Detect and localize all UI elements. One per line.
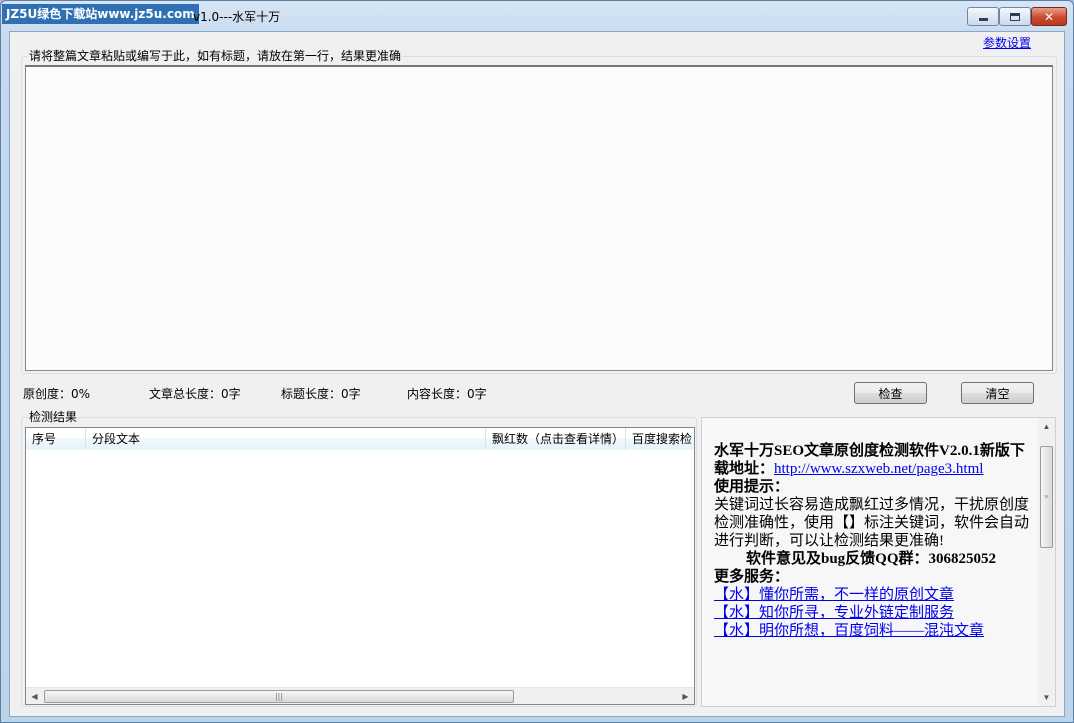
column-header-segment-text[interactable]: 分段文本 xyxy=(86,428,486,450)
download-link[interactable]: http://www.szxweb.net/page3.html xyxy=(774,461,983,477)
window-title: v1.0---水军十万 xyxy=(193,10,281,24)
total-length-stat: 文章总长度：0字 xyxy=(149,387,241,401)
scroll-down-icon[interactable]: ▼ xyxy=(1038,689,1055,706)
maximize-icon xyxy=(1010,12,1020,21)
column-header-red-count[interactable]: 飘红数（点击查看详情） xyxy=(486,428,626,450)
content-length-stat: 内容长度：0字 xyxy=(407,387,487,401)
info-panel: 水军十万SEO文章原创度检测软件V2.0.1新版下载地址：http://www.… xyxy=(701,417,1056,707)
close-icon: ✕ xyxy=(1043,9,1055,24)
article-input-label: 请将整篇文章粘贴或编写于此，如有标题，请放在第一行，结果更准确 xyxy=(28,48,403,64)
column-header-index[interactable]: 序号 xyxy=(26,428,86,450)
usage-tip-body: 关键词过长容易造成飘红过多情况，干扰原创度检测准确性，使用【】标注关键词，软件会… xyxy=(714,497,1030,549)
more-services-title: 更多服务： xyxy=(714,569,790,585)
results-group: 检测结果 序号 分段文本 飘红数（点击查看详情） 百度搜索检 ◀ ||| ▶ xyxy=(21,409,697,707)
originality-stat: 原创度：0% xyxy=(23,387,91,401)
check-button[interactable]: 检查 xyxy=(854,382,927,404)
service-link-backlinks[interactable]: 【水】知你所寻，专业外链定制服务 xyxy=(714,604,1032,622)
minimize-icon xyxy=(978,18,988,21)
results-table[interactable]: 序号 分段文本 飘红数（点击查看详情） 百度搜索检 ◀ ||| ▶ xyxy=(25,427,695,705)
usage-tip-title: 使用提示： xyxy=(714,479,790,495)
close-button[interactable]: ✕ xyxy=(1031,7,1067,26)
title-length-stat: 标题长度：0字 xyxy=(281,387,361,401)
main-window: JZ5U绿色下载站www.jz5u.com v1.0---水军十万 ✕ 参数设置… xyxy=(0,0,1074,723)
column-header-baidu-search[interactable]: 百度搜索检 xyxy=(626,428,694,450)
article-input[interactable] xyxy=(25,65,1053,371)
results-horizontal-scrollbar[interactable]: ◀ ||| ▶ xyxy=(26,687,694,704)
watermark-logo: JZ5U绿色下载站www.jz5u.com xyxy=(2,4,199,24)
scroll-left-icon[interactable]: ◀ xyxy=(26,688,43,705)
service-link-original-articles[interactable]: 【水】懂你所需，不一样的原创文章 xyxy=(714,586,1032,604)
client-area: 参数设置 请将整篇文章粘贴或编写于此，如有标题，请放在第一行，结果更准确 原创度… xyxy=(9,31,1065,717)
maximize-button[interactable] xyxy=(999,7,1031,26)
info-vertical-scrollbar[interactable]: ▲ ≡ ▼ xyxy=(1038,418,1055,706)
info-content: 水军十万SEO文章原创度检测软件V2.0.1新版下载地址：http://www.… xyxy=(714,442,1032,640)
vertical-scroll-thumb[interactable]: ≡ xyxy=(1040,446,1053,548)
title-bar[interactable]: JZ5U绿色下载站www.jz5u.com v1.0---水军十万 ✕ xyxy=(1,1,1073,31)
scroll-right-icon[interactable]: ▶ xyxy=(677,688,694,705)
service-link-chaos-articles[interactable]: 【水】明你所想，百度饲料——混沌文章 xyxy=(714,622,1032,640)
results-label: 检测结果 xyxy=(28,409,79,425)
feedback-qq-group: 软件意见及bug反馈QQ群：306825052 xyxy=(746,551,997,567)
scroll-up-icon[interactable]: ▲ xyxy=(1038,418,1055,435)
results-table-header: 序号 分段文本 飘红数（点击查看详情） 百度搜索检 xyxy=(26,428,694,450)
clear-button[interactable]: 清空 xyxy=(961,382,1034,404)
settings-link[interactable]: 参数设置 xyxy=(983,34,1031,51)
horizontal-scroll-thumb[interactable]: ||| xyxy=(44,690,514,703)
article-input-group: 请将整篇文章粘贴或编写于此，如有标题，请放在第一行，结果更准确 xyxy=(21,48,1057,374)
minimize-button[interactable] xyxy=(967,7,999,26)
